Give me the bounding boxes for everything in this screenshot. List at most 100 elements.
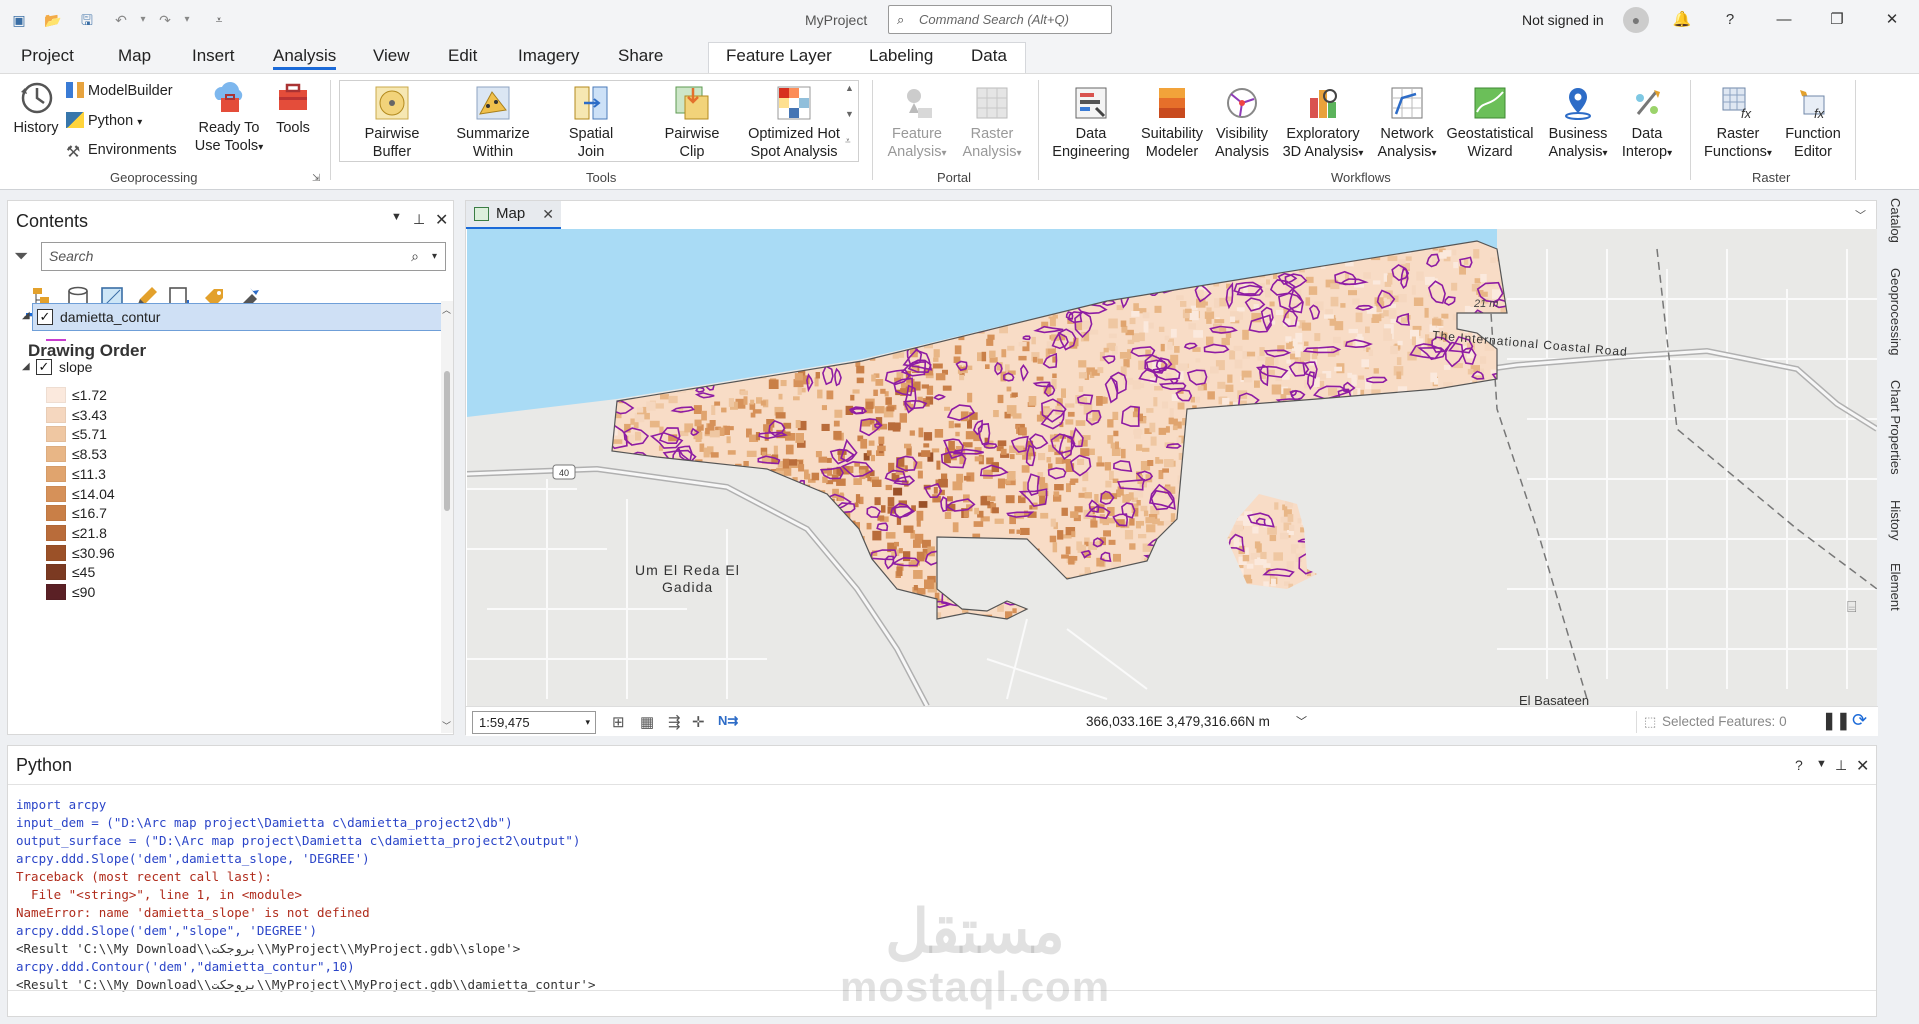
slope-cell bbox=[1132, 380, 1141, 390]
chevron-down-icon[interactable]: ﹀ bbox=[1855, 207, 1866, 223]
slope-cell bbox=[994, 518, 1004, 524]
close-tab-icon[interactable]: ✕ bbox=[542, 201, 554, 227]
pane-options-icon[interactable]: ▼ bbox=[391, 211, 402, 223]
tab-feature-layer[interactable]: Feature Layer bbox=[726, 46, 832, 66]
save-project-icon[interactable]: 🖫 bbox=[76, 10, 98, 30]
contents-scrollbar[interactable]: ︿ ﹀ bbox=[441, 301, 453, 733]
sign-in-status[interactable]: Not signed in bbox=[1522, 12, 1604, 28]
data-interop-button[interactable]: Data Interop▾ bbox=[1611, 84, 1683, 163]
undo-icon[interactable]: ↶ bbox=[110, 10, 132, 30]
summarize-within-button[interactable]: Summarize Within bbox=[445, 84, 541, 161]
refresh-icon[interactable]: ⟳ bbox=[1852, 710, 1867, 731]
minimize-icon[interactable]: — bbox=[1772, 8, 1796, 32]
network-analysis-button[interactable]: Network Analysis▾ bbox=[1369, 84, 1445, 163]
geostatistical-wizard-button[interactable]: Geostatistical Wizard bbox=[1442, 84, 1538, 161]
undo-dropdown-icon[interactable]: ▾ bbox=[132, 10, 154, 30]
snapping-icon[interactable]: ⇶ bbox=[668, 713, 681, 731]
restore-icon[interactable]: ❐ bbox=[1825, 8, 1849, 32]
gallery-scroll-up-icon[interactable]: ▲ bbox=[845, 83, 854, 93]
gallery-expand-icon[interactable]: ⩡ bbox=[845, 136, 851, 147]
layer-row-slope[interactable]: ✓ slope bbox=[32, 354, 232, 382]
business-analysis-button[interactable]: Business Analysis▾ bbox=[1540, 84, 1616, 163]
data-engineering-button[interactable]: Data Engineering bbox=[1047, 84, 1135, 161]
scroll-up-icon[interactable]: ︿ bbox=[442, 303, 451, 316]
tab-view[interactable]: View bbox=[373, 46, 410, 66]
contents-search-input[interactable]: Search ⌕ ▾ bbox=[41, 242, 446, 271]
layer-visibility-checkbox[interactable]: ✓ bbox=[36, 359, 52, 375]
map-drawing[interactable]: 40 21 m Um El Reda El Gadida The Interna… bbox=[467, 229, 1877, 706]
raster-functions-button[interactable]: fx Raster Functions▾ bbox=[1698, 84, 1778, 163]
map-overview-icon[interactable]: ⌸ bbox=[1847, 599, 1857, 617]
new-project-icon[interactable]: ▣ bbox=[8, 10, 30, 30]
tab-labeling[interactable]: Labeling bbox=[869, 46, 933, 66]
selected-features-count[interactable]: Selected Features: 0 bbox=[1662, 714, 1787, 729]
north-arrow-icon[interactable]: N⇉ bbox=[718, 713, 738, 729]
optimized-hot-spot-button[interactable]: Optimized Hot Spot Analysis bbox=[740, 84, 848, 161]
raster-analysis-button[interactable]: Raster Analysis▾ bbox=[955, 84, 1029, 163]
fixed-zoom-icon[interactable]: ⊞ bbox=[612, 713, 625, 731]
environments-button[interactable]: ⚒ Environments bbox=[66, 142, 177, 161]
command-search-input[interactable]: ⌕ Command Search (Alt+Q) bbox=[888, 5, 1112, 34]
tab-insert[interactable]: Insert bbox=[192, 46, 235, 66]
close-icon[interactable]: ✕ bbox=[1880, 8, 1904, 32]
side-tab-element[interactable]: Element bbox=[1888, 563, 1903, 611]
scroll-down-icon[interactable]: ﹀ bbox=[442, 719, 451, 732]
spatial-join-button[interactable]: Spatial Join bbox=[553, 84, 629, 161]
tab-analysis[interactable]: Analysis bbox=[273, 46, 337, 70]
scale-selector[interactable]: 1:59,475 ▾ bbox=[472, 711, 596, 734]
open-project-icon[interactable]: 📂 bbox=[42, 10, 64, 30]
feature-analysis-button[interactable]: Feature Analysis▾ bbox=[880, 84, 954, 163]
side-tab-history[interactable]: History bbox=[1888, 500, 1903, 540]
side-tab-catalog[interactable]: Catalog bbox=[1888, 198, 1903, 243]
collapse-arrow-icon[interactable]: ◢ bbox=[22, 361, 30, 372]
close-pane-icon[interactable]: ✕ bbox=[435, 210, 448, 230]
visibility-analysis-button[interactable]: Visibility Analysis bbox=[1208, 84, 1276, 161]
help-icon[interactable]: ? bbox=[1718, 8, 1742, 32]
python-output[interactable]: import arcpy input_dem = ("D:\Arc map pro… bbox=[16, 796, 595, 994]
customize-toolbar-icon[interactable]: ⩡ bbox=[208, 10, 230, 30]
tab-data[interactable]: Data bbox=[971, 46, 1007, 66]
redo-dropdown-icon[interactable]: ▾ bbox=[176, 10, 198, 30]
redo-icon[interactable]: ↷ bbox=[154, 10, 176, 30]
pairwise-buffer-button[interactable]: Pairwise Buffer bbox=[352, 84, 432, 161]
slope-cell bbox=[1161, 401, 1169, 409]
pane-options-icon[interactable]: ▼ bbox=[1816, 758, 1827, 770]
side-tab-geoprocessing[interactable]: Geoprocessing bbox=[1888, 268, 1903, 355]
help-icon[interactable]: ? bbox=[1795, 757, 1803, 773]
filter-icon[interactable]: ⏷ bbox=[14, 246, 28, 267]
map-canvas[interactable]: 40 21 m Um El Reda El Gadida The Interna… bbox=[467, 229, 1877, 706]
gallery-scroll-down-icon[interactable]: ▼ bbox=[845, 109, 854, 119]
scrollbar-thumb[interactable] bbox=[444, 371, 450, 511]
function-editor-label-1: Function bbox=[1785, 126, 1841, 142]
map-view-tab[interactable]: Map ✕ bbox=[466, 201, 561, 229]
pause-drawing-icon[interactable]: ❚❚ bbox=[1822, 711, 1851, 731]
pin-icon[interactable]: ⊥ bbox=[1835, 757, 1847, 774]
layer-row-damietta-contur[interactable]: ✓ damietta_contur bbox=[32, 303, 442, 331]
modelbuilder-button[interactable]: ModelBuilder bbox=[66, 82, 173, 99]
grid-icon[interactable]: ▦ bbox=[640, 713, 654, 731]
layer-visibility-checkbox[interactable]: ✓ bbox=[37, 309, 53, 325]
tab-imagery[interactable]: Imagery bbox=[518, 46, 579, 66]
function-editor-button[interactable]: fx Function Editor bbox=[1778, 84, 1848, 161]
history-button[interactable]: History bbox=[10, 78, 62, 137]
pin-icon[interactable]: ⊥ bbox=[413, 211, 425, 228]
pairwise-clip-button[interactable]: Pairwise Clip bbox=[654, 84, 730, 161]
tab-edit[interactable]: Edit bbox=[448, 46, 477, 66]
tab-share[interactable]: Share bbox=[618, 46, 663, 66]
side-tab-chart-properties[interactable]: Chart Properties bbox=[1888, 380, 1903, 475]
python-button[interactable]: Python ▾ bbox=[66, 112, 142, 129]
slope-cell bbox=[1274, 502, 1279, 510]
exploratory-3d-button[interactable]: Exploratory 3D Analysis▾ bbox=[1277, 84, 1369, 163]
user-avatar-icon[interactable]: ● bbox=[1623, 7, 1649, 33]
close-pane-icon[interactable]: ✕ bbox=[1856, 756, 1869, 776]
suitability-modeler-button[interactable]: Suitability Modeler bbox=[1134, 84, 1210, 161]
chevron-down-icon[interactable]: ﹀ bbox=[1296, 713, 1307, 729]
ready-to-use-tools-button[interactable]: Ready To Use Tools▾ bbox=[193, 78, 265, 157]
tools-button[interactable]: Tools bbox=[272, 78, 314, 137]
crosshair-icon[interactable]: ✛ bbox=[692, 713, 705, 731]
tab-map[interactable]: Map bbox=[118, 46, 151, 66]
dialog-launcher-icon[interactable]: ⇲ bbox=[312, 173, 320, 184]
notifications-icon[interactable]: 🔔 bbox=[1670, 8, 1694, 32]
collapse-arrow-icon[interactable]: ◢ bbox=[22, 310, 30, 321]
tab-project[interactable]: Project bbox=[21, 46, 74, 66]
